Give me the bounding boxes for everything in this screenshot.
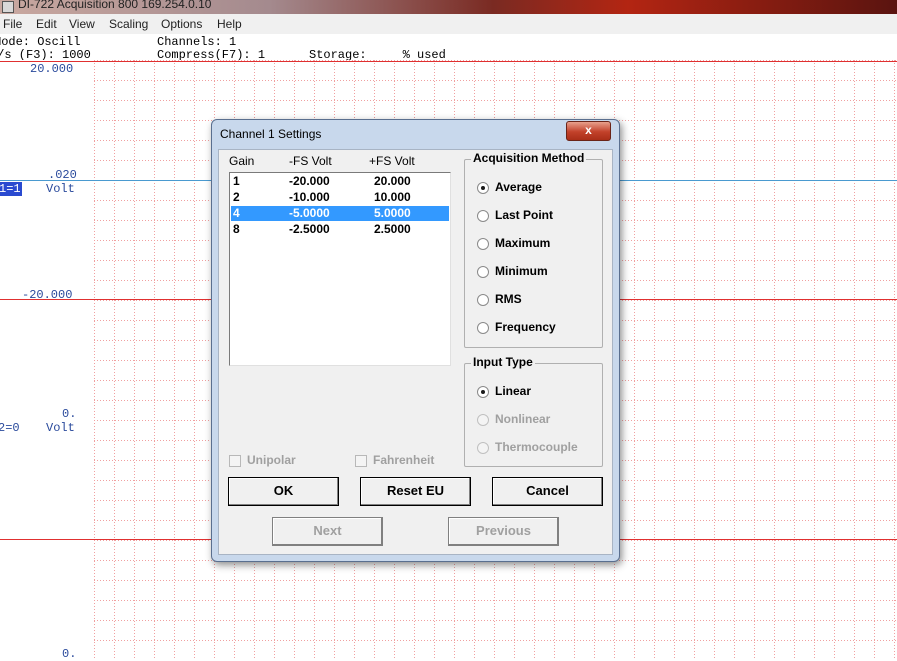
gain-row[interactable]: 1 -20.000 20.000: [231, 174, 449, 189]
radio-label: Frequency: [495, 320, 556, 334]
checkbox-icon: [355, 455, 367, 467]
checkbox-label: Fahrenheit: [373, 453, 435, 467]
channel-1-unit: Volt: [46, 182, 75, 196]
title-bar: DI-722 Acquisition 800 169.254.0.10: [0, 0, 897, 14]
gain-value: 4: [233, 206, 240, 220]
cancel-button[interactable]: Cancel: [492, 477, 603, 506]
gain-row-selected[interactable]: 4 -5.0000 5.0000: [231, 206, 449, 221]
y-label-top: 20.000: [30, 62, 74, 76]
radio-label: Thermocouple: [495, 440, 578, 454]
radio-icon: [477, 442, 489, 454]
menu-view[interactable]: View: [69, 17, 95, 31]
close-icon: x: [585, 123, 592, 137]
minus-fs-value: -5.0000: [289, 206, 330, 220]
menu-edit[interactable]: Edit: [36, 17, 57, 31]
window-title: DI-722 Acquisition 800 169.254.0.10: [18, 0, 212, 11]
radio-icon: [477, 414, 489, 426]
status-area: Mode: Oscill S/s (F3): 1000 Channels: 1 …: [0, 34, 897, 62]
checkbox-icon: [229, 455, 241, 467]
header-gain: Gain: [229, 154, 255, 168]
menu-options[interactable]: Options: [161, 17, 202, 31]
next-button: Next: [272, 517, 383, 546]
header-plus-fs: +FS Volt: [369, 154, 415, 168]
gain-list[interactable]: 1 -20.000 20.000 2 -10.000 10.000 4 -5.0…: [229, 172, 451, 366]
menu-file[interactable]: File: [3, 17, 22, 31]
gain-row[interactable]: 8 -2.5000 2.5000: [231, 222, 449, 237]
channels-readout: Channels: 1: [157, 35, 237, 49]
ok-button[interactable]: OK: [228, 477, 339, 506]
input-type-label: Input Type: [471, 355, 535, 369]
channel-settings-dialog: Channel 1 Settings x Gain -FS Volt +FS V…: [211, 119, 620, 562]
radio-label: Average: [495, 180, 542, 194]
radio-icon: [477, 238, 489, 250]
mode-readout: Mode: Oscill: [0, 35, 81, 49]
radio-label: Last Point: [495, 208, 554, 222]
minus-fs-value: -20.000: [289, 174, 330, 188]
y-label-ch1-bottom: -20.000: [22, 288, 73, 302]
previous-button: Previous: [448, 517, 559, 546]
menu-scaling[interactable]: Scaling: [109, 17, 148, 31]
dialog-title: Channel 1 Settings: [220, 127, 322, 141]
channel-2-unit: Volt: [46, 421, 75, 435]
app-icon: [2, 1, 14, 13]
minus-fs-value: -10.000: [289, 190, 330, 204]
radio-label: Linear: [495, 384, 532, 398]
y-label-ch2-mid: 0.: [62, 407, 77, 421]
radio-icon: [477, 266, 489, 278]
plus-fs-value: 2.5000: [374, 222, 411, 236]
plus-fs-value: 10.000: [374, 190, 411, 204]
gain-value: 8: [233, 222, 240, 236]
channel-1-badge[interactable]: 1=1: [0, 182, 22, 196]
radio-icon: [477, 322, 489, 334]
dialog-body: Gain -FS Volt +FS Volt 1 -20.000 20.000 …: [218, 149, 613, 555]
radio-icon: [477, 210, 489, 222]
radio-label: RMS: [495, 292, 522, 306]
radio-selected-icon: [477, 182, 489, 194]
plus-fs-value: 20.000: [374, 174, 411, 188]
plus-fs-value: 5.0000: [374, 206, 411, 220]
radio-label: Maximum: [495, 236, 551, 250]
gain-value: 2: [233, 190, 240, 204]
close-button[interactable]: x: [566, 121, 611, 141]
radio-label: Nonlinear: [495, 412, 551, 426]
menu-bar: File Edit View Scaling Options Help: [0, 14, 897, 35]
header-minus-fs: -FS Volt: [289, 154, 332, 168]
channel-2-label[interactable]: 2=0: [0, 421, 20, 435]
radio-label: Minimum: [495, 264, 548, 278]
menu-help[interactable]: Help: [217, 17, 242, 31]
gain-value: 1: [233, 174, 240, 188]
checkbox-label: Unipolar: [247, 453, 296, 467]
acquisition-method-label: Acquisition Method: [471, 151, 587, 165]
radio-selected-icon: [477, 386, 489, 398]
reset-eu-button[interactable]: Reset EU: [360, 477, 471, 506]
y-label-ch1-mid: .020: [48, 168, 77, 182]
radio-icon: [477, 294, 489, 306]
minus-fs-value: -2.5000: [289, 222, 330, 236]
gain-row[interactable]: 2 -10.000 10.000: [231, 190, 449, 205]
